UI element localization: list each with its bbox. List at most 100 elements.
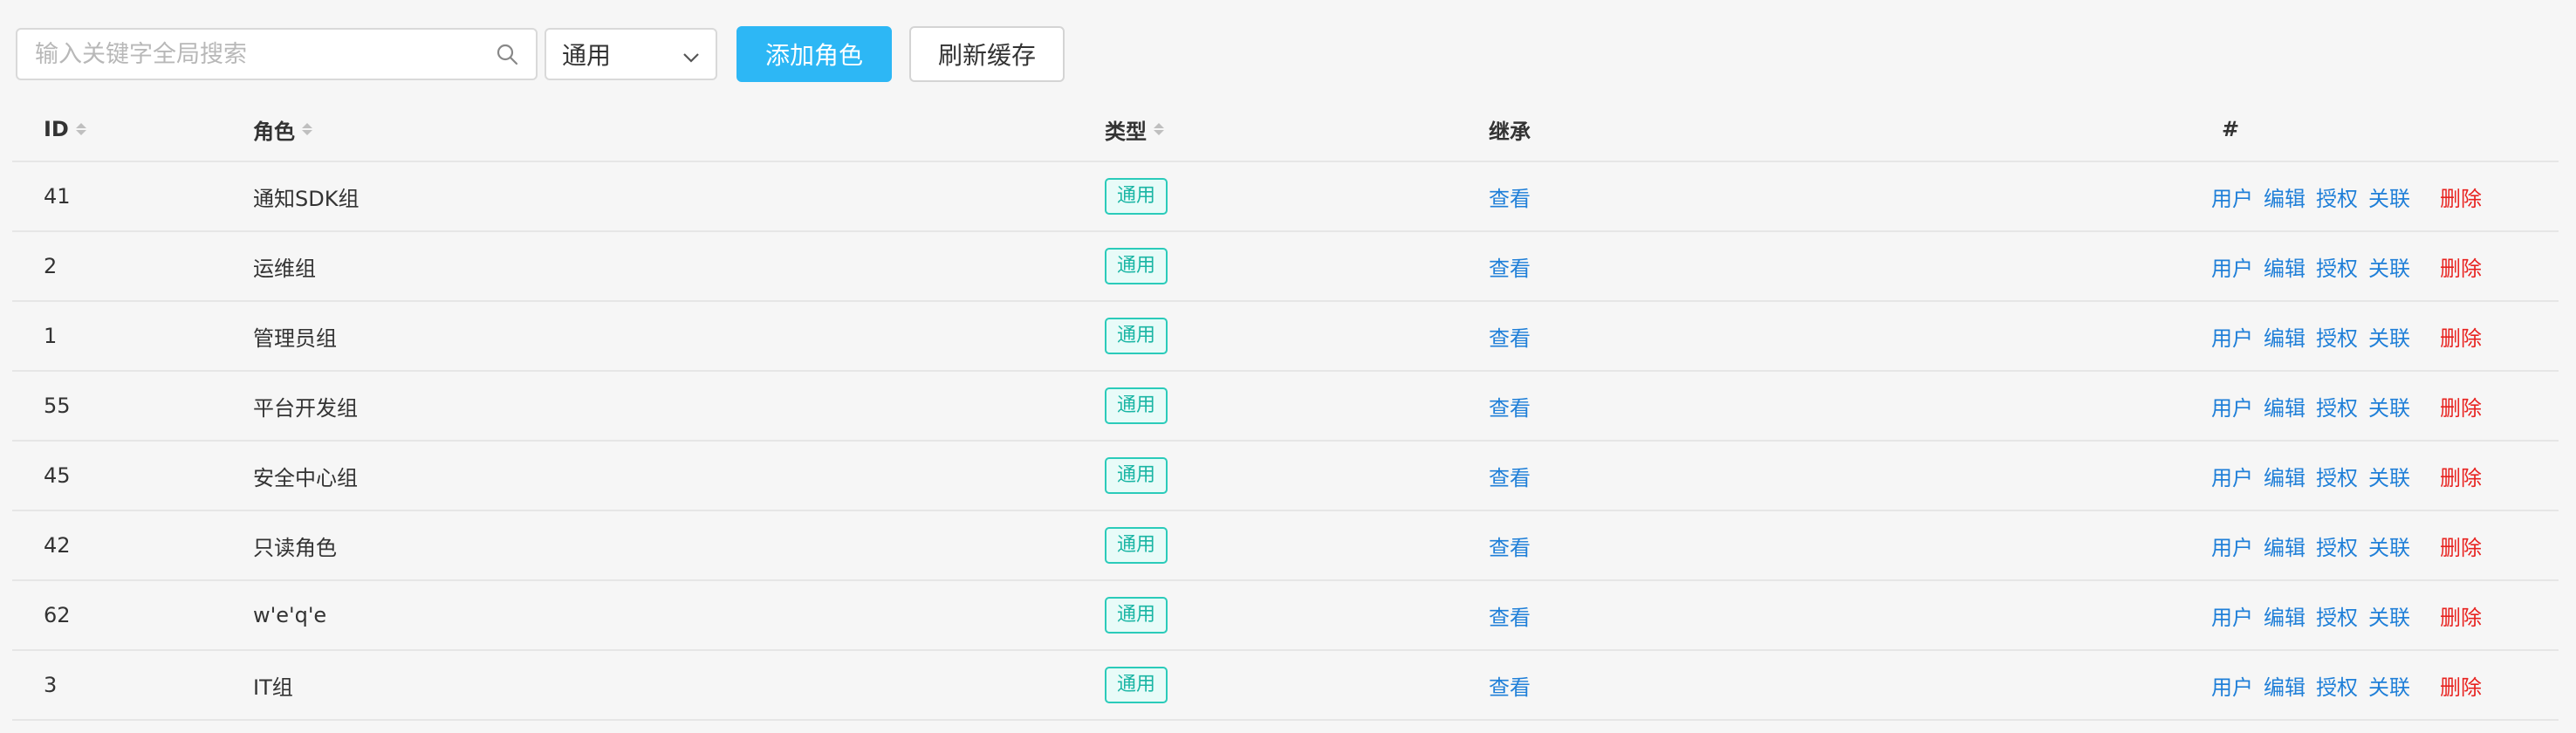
row-actions: 用户 编辑 授权 关联 删除 [2211,531,2482,561]
header-role[interactable]: 角色 [12,114,867,145]
search-input[interactable] [33,39,494,69]
type-tag: 通用 [1105,527,1168,564]
edit-link[interactable]: 编辑 [2264,321,2305,352]
delete-link[interactable]: 删除 [2440,670,2482,701]
table-row: 3 IT组 通用 查看 用户 编辑 授权 关联 删除 [12,651,2559,721]
delete-link[interactable]: 删除 [2440,182,2482,212]
view-inherit-link[interactable]: 查看 [1489,321,1531,352]
table-row: 42 只读角色 通用 查看 用户 编辑 授权 关联 删除 [12,511,2559,581]
row-inherit: 查看 [1489,182,1531,212]
table-row: 2 运维组 通用 查看 用户 编辑 授权 关联 删除 [12,232,2559,302]
table-row: 45 安全中心组 通用 查看 用户 编辑 授权 关联 删除 [12,442,2559,511]
row-actions: 用户 编辑 授权 关联 删除 [2211,461,2482,491]
type-tag: 通用 [1105,457,1168,494]
associate-link[interactable]: 关联 [2368,321,2410,352]
row-role: 运维组 [253,256,316,281]
edit-link[interactable]: 编辑 [2264,531,2305,561]
row-type: 通用 [1105,387,1168,424]
type-tag: 通用 [1105,387,1168,424]
edit-link[interactable]: 编辑 [2264,670,2305,701]
type-select[interactable]: 通用 [545,28,717,80]
view-inherit-link[interactable]: 查看 [1489,391,1531,421]
view-inherit-link[interactable]: 查看 [1489,182,1531,212]
associate-link[interactable]: 关联 [2368,251,2410,282]
row-type: 通用 [1105,178,1168,215]
row-role: 平台开发组 [253,395,358,421]
row-role: w'e'q'e [253,603,327,627]
row-actions: 用户 编辑 授权 关联 删除 [2211,251,2482,282]
header-type[interactable]: 类型 [1105,114,1164,145]
row-inherit: 查看 [1489,461,1531,491]
table-header: ID 角色 类型 继承 # [12,98,2559,162]
grant-link[interactable]: 授权 [2316,391,2358,421]
search-icon[interactable] [494,41,520,67]
user-link[interactable]: 用户 [2211,182,2253,212]
sort-icon[interactable] [1154,123,1164,135]
associate-link[interactable]: 关联 [2368,182,2410,212]
search-box[interactable] [16,28,538,80]
edit-link[interactable]: 编辑 [2264,461,2305,491]
row-type: 通用 [1105,248,1168,284]
row-role: IT组 [253,675,293,700]
table-row: 41 通知SDK组 通用 查看 用户 编辑 授权 关联 删除 [12,162,2559,232]
delete-link[interactable]: 删除 [2440,251,2482,282]
grant-link[interactable]: 授权 [2316,182,2358,212]
row-inherit: 查看 [1489,600,1531,631]
delete-link[interactable]: 删除 [2440,531,2482,561]
user-link[interactable]: 用户 [2211,391,2253,421]
delete-link[interactable]: 删除 [2440,600,2482,631]
row-type: 通用 [1105,667,1168,703]
delete-link[interactable]: 删除 [2440,321,2482,352]
grant-link[interactable]: 授权 [2316,670,2358,701]
user-link[interactable]: 用户 [2211,670,2253,701]
user-link[interactable]: 用户 [2211,461,2253,491]
table-row: 55 平台开发组 通用 查看 用户 编辑 授权 关联 删除 [12,372,2559,442]
edit-link[interactable]: 编辑 [2264,182,2305,212]
user-link[interactable]: 用户 [2211,531,2253,561]
row-actions: 用户 编辑 授权 关联 删除 [2211,600,2482,631]
grant-link[interactable]: 授权 [2316,251,2358,282]
edit-link[interactable]: 编辑 [2264,391,2305,421]
view-inherit-link[interactable]: 查看 [1489,461,1531,491]
delete-link[interactable]: 删除 [2440,461,2482,491]
row-inherit: 查看 [1489,670,1531,701]
refresh-cache-button[interactable]: 刷新缓存 [909,26,1065,82]
edit-link[interactable]: 编辑 [2264,251,2305,282]
row-actions: 用户 编辑 授权 关联 删除 [2211,321,2482,352]
row-type: 通用 [1105,527,1168,564]
sort-icon[interactable] [302,123,312,135]
associate-link[interactable]: 关联 [2368,461,2410,491]
associate-link[interactable]: 关联 [2368,531,2410,561]
view-inherit-link[interactable]: 查看 [1489,600,1531,631]
view-inherit-link[interactable]: 查看 [1489,670,1531,701]
row-role: 通知SDK组 [253,186,360,211]
user-link[interactable]: 用户 [2211,321,2253,352]
row-inherit: 查看 [1489,251,1531,282]
row-role: 只读角色 [253,535,337,560]
associate-link[interactable]: 关联 [2368,670,2410,701]
delete-link[interactable]: 删除 [2440,391,2482,421]
view-inherit-link[interactable]: 查看 [1489,251,1531,282]
user-link[interactable]: 用户 [2211,600,2253,631]
row-inherit: 查看 [1489,321,1531,352]
grant-link[interactable]: 授权 [2316,600,2358,631]
add-role-button[interactable]: 添加角色 [736,26,892,82]
type-select-value: 通用 [562,41,612,70]
row-type: 通用 [1105,597,1168,634]
row-inherit: 查看 [1489,531,1531,561]
view-inherit-link[interactable]: 查看 [1489,531,1531,561]
table-row: 1 管理员组 通用 查看 用户 编辑 授权 关联 删除 [12,302,2559,372]
edit-link[interactable]: 编辑 [2264,600,2305,631]
header-actions: # [2222,117,2240,141]
grant-link[interactable]: 授权 [2316,531,2358,561]
associate-link[interactable]: 关联 [2368,600,2410,631]
grant-link[interactable]: 授权 [2316,461,2358,491]
associate-link[interactable]: 关联 [2368,391,2410,421]
user-link[interactable]: 用户 [2211,251,2253,282]
row-type: 通用 [1105,457,1168,494]
row-actions: 用户 编辑 授权 关联 删除 [2211,182,2482,212]
toolbar: 通用 添加角色 刷新缓存 [16,26,1065,82]
row-inherit: 查看 [1489,391,1531,421]
row-actions: 用户 编辑 授权 关联 删除 [2211,391,2482,421]
grant-link[interactable]: 授权 [2316,321,2358,352]
